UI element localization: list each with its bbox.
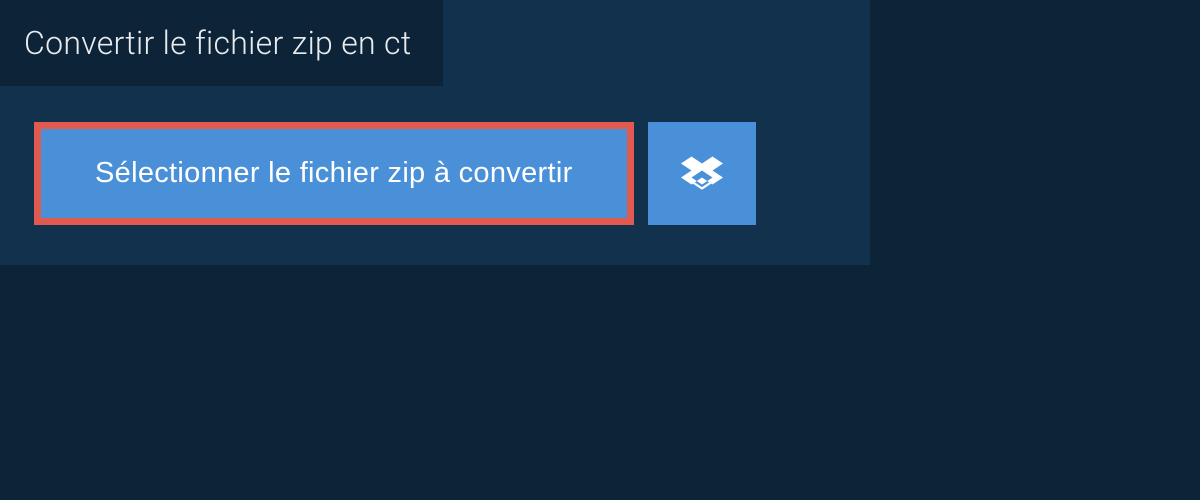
- page-title: Convertir le fichier zip en ct: [0, 0, 443, 86]
- dropbox-icon: [681, 153, 723, 195]
- upload-section: Sélectionner le fichier zip à convertir: [0, 86, 870, 265]
- select-button-highlight: Sélectionner le fichier zip à convertir: [34, 122, 634, 225]
- dropbox-button[interactable]: [648, 122, 756, 225]
- converter-panel: Convertir le fichier zip en ct Sélection…: [0, 0, 870, 265]
- select-file-button[interactable]: Sélectionner le fichier zip à convertir: [41, 129, 627, 218]
